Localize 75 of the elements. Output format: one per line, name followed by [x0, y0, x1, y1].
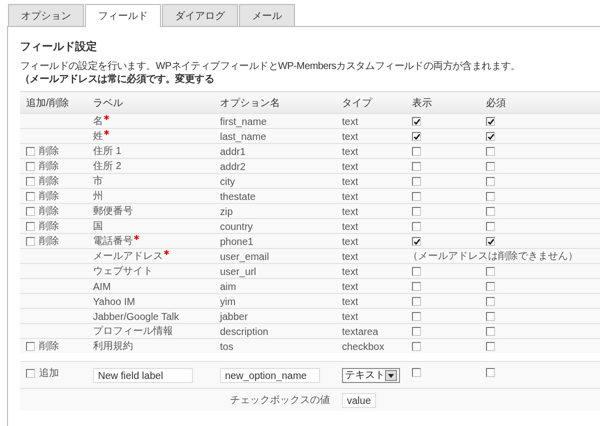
field-type: text — [342, 176, 358, 186]
field-type: text — [342, 146, 358, 156]
field-label: 姓 — [93, 129, 103, 143]
option-name: zip — [220, 206, 233, 216]
field-label: プロフィール情報 — [93, 324, 173, 338]
option-name: first_name — [220, 116, 267, 126]
option-name: addr2 — [220, 160, 246, 172]
type-select[interactable]: テキスト — [342, 368, 400, 382]
field-label: 住所 2 — [93, 159, 122, 173]
remove-label: 削除 — [39, 189, 59, 203]
checkbox-value-label: チェックボックスの値 — [230, 394, 330, 405]
field-type: text — [342, 190, 358, 202]
add-label: 追加 — [39, 366, 59, 380]
remove-label: 削除 — [39, 204, 59, 218]
option-name: yim — [220, 296, 236, 306]
remove-label: 削除 — [39, 174, 59, 188]
option-name: phone1 — [220, 236, 254, 246]
option-name: city — [220, 176, 235, 186]
field-label: 州 — [93, 189, 103, 203]
field-type: text — [342, 266, 358, 276]
remove-label: 削除 — [39, 159, 59, 173]
remove-label: 削除 — [39, 144, 59, 158]
field-type: checkbox — [342, 340, 384, 352]
field-type: text — [342, 310, 358, 322]
field-type: text — [342, 236, 358, 246]
field-label: 住所 1 — [93, 144, 122, 158]
description-text: フィールドの設定を行います。WPネイティブフィールドとWP-Membersカスタムフィールドの両方が含まれます。 — [20, 60, 520, 73]
tab[interactable]: フィールド — [85, 4, 161, 27]
field-label: 市 — [93, 174, 103, 188]
field-type: textarea — [342, 326, 378, 336]
option-name: user_email — [220, 250, 269, 262]
field-label: 名 — [93, 114, 103, 128]
column-header: タイプ — [342, 96, 372, 108]
column-header: オプション名 — [220, 96, 280, 108]
column-header: 表示 — [412, 96, 432, 108]
option-name: jabber — [220, 310, 248, 322]
field-type: text — [342, 160, 358, 172]
field-type: text — [342, 116, 358, 126]
option-name: description — [220, 326, 268, 336]
field-label: 利用規約 — [93, 339, 133, 353]
description-note: （メールアドレスは常に必須です。変更する — [20, 73, 214, 86]
field-label: 郵便番号 — [93, 204, 133, 218]
column-header: ラベル — [93, 96, 123, 108]
field-type: text — [342, 220, 358, 232]
remove-label: 削除 — [39, 219, 59, 233]
label-input[interactable]: New field label — [93, 368, 193, 382]
field-type: text — [342, 296, 358, 306]
option-name: thestate — [220, 190, 256, 202]
field-type: text — [342, 130, 358, 142]
field-type: text — [342, 280, 358, 292]
note-text: （メールアドレスは削除できません） — [408, 250, 578, 261]
field-label: Yahoo IM — [93, 296, 136, 306]
column-header: 必須 — [486, 96, 506, 108]
field-label: 電話番号 — [93, 234, 133, 248]
remove-label: 削除 — [39, 339, 59, 353]
column-header: 追加/削除 — [26, 96, 69, 108]
field-type: text — [342, 250, 358, 262]
field-label: Jabber/Google Talk — [93, 310, 179, 322]
field-label: メールアドレス — [93, 249, 163, 263]
section-heading: フィールド設定 — [20, 40, 98, 54]
field-label: ウェブサイト — [93, 264, 153, 278]
field-type: text — [342, 206, 358, 216]
checkbox-value-input[interactable]: value — [342, 392, 376, 408]
field-label: 国 — [93, 219, 103, 233]
tab[interactable]: ダイアログ — [162, 4, 238, 26]
option-name: addr1 — [220, 146, 246, 156]
option-name: country — [220, 220, 253, 232]
remove-label: 削除 — [39, 234, 59, 248]
field-label: AIM — [93, 280, 111, 292]
tab[interactable]: オプション — [8, 4, 84, 26]
option-name: aim — [220, 280, 236, 292]
option-name-input[interactable]: new_option_name — [220, 368, 320, 382]
option-name: user_url — [220, 266, 256, 276]
tab[interactable]: メール — [239, 4, 295, 26]
option-name: tos — [220, 340, 234, 352]
